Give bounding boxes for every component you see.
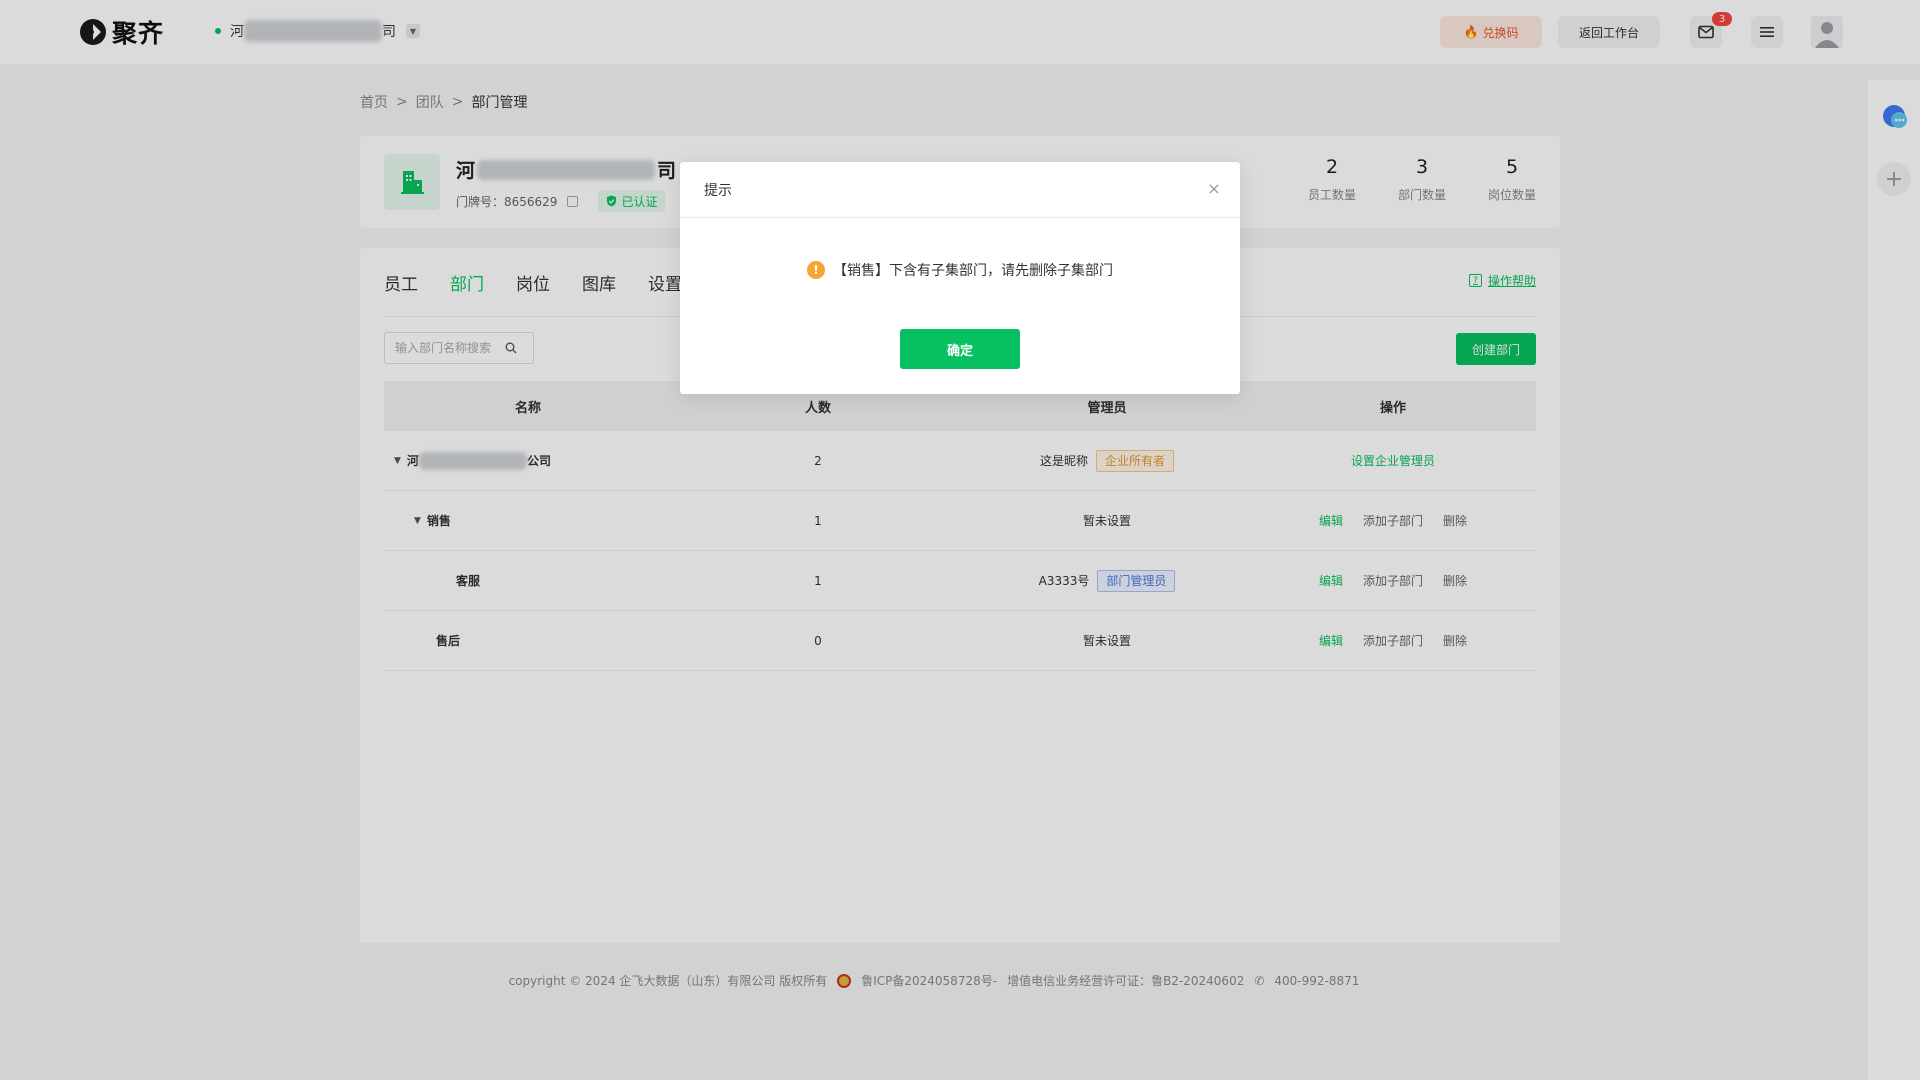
dialog-header: 提示 × <box>680 162 1240 218</box>
dialog-body: ! 【销售】下含有子集部门，请先删除子集部门 <box>680 260 1240 280</box>
dialog-title: 提示 <box>704 182 732 199</box>
alert-dialog: 提示 × ! 【销售】下含有子集部门，请先删除子集部门 确定 <box>680 162 1240 394</box>
dialog-message: 【销售】下含有子集部门，请先删除子集部门 <box>833 263 1113 279</box>
warning-icon: ! <box>807 261 825 279</box>
close-icon[interactable]: × <box>1206 179 1222 198</box>
confirm-button[interactable]: 确定 <box>900 329 1020 369</box>
